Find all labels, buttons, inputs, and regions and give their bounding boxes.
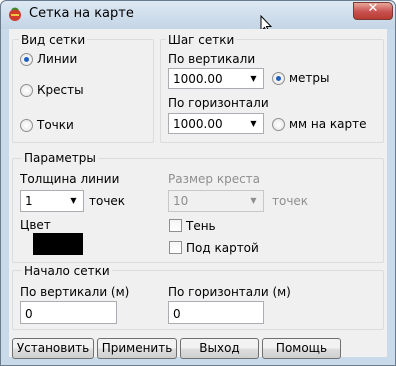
chevron-down-icon[interactable]: ▼ bbox=[66, 193, 81, 209]
set-button[interactable]: Установить bbox=[12, 338, 94, 359]
close-button[interactable]: ✕ bbox=[353, 1, 393, 20]
line-width-value: 1 bbox=[25, 194, 33, 208]
apply-button[interactable]: Применить bbox=[97, 338, 177, 359]
origin-horizontal-value: 0 bbox=[173, 307, 181, 321]
exit-button[interactable]: Выход bbox=[180, 338, 259, 359]
radio-lines[interactable] bbox=[20, 53, 33, 66]
step-horizontal-label: По горизонтали bbox=[168, 96, 269, 110]
shadow-label[interactable]: Тень bbox=[186, 219, 216, 233]
radio-unit-mm-map[interactable] bbox=[272, 118, 285, 131]
origin-legend: Начало сетки bbox=[22, 264, 112, 278]
radio-crosses[interactable] bbox=[20, 84, 33, 97]
radio-crosses-label[interactable]: Кресты bbox=[37, 83, 84, 97]
origin-vertical-label: По вертикали (м) bbox=[20, 285, 130, 299]
origin-horizontal-label: По горизонтали (м) bbox=[168, 285, 291, 299]
origin-horizontal-input[interactable]: 0 bbox=[168, 301, 264, 324]
line-width-combo[interactable]: 1 ▼ bbox=[20, 190, 84, 212]
step-vertical-value: 1000.00 bbox=[173, 72, 223, 86]
cross-size-label: Размер креста bbox=[168, 172, 261, 186]
step-horizontal-combo[interactable]: 1000.00 ▼ bbox=[168, 113, 264, 134]
radio-unit-mm-map-label[interactable]: мм на карте bbox=[289, 117, 367, 131]
under-map-checkbox[interactable] bbox=[169, 241, 182, 254]
step-horizontal-value: 1000.00 bbox=[173, 117, 223, 131]
dialog-body: Вид сетки Линии Кресты Точки Шаг сетки П… bbox=[9, 29, 387, 359]
line-width-label: Толщина линии bbox=[20, 172, 120, 186]
radio-unit-meters-label[interactable]: метры bbox=[289, 71, 330, 85]
step-vertical-label: По вертикали bbox=[168, 52, 256, 66]
radio-lines-label[interactable]: Линии bbox=[37, 52, 77, 66]
grid-type-legend: Вид сетки bbox=[19, 33, 88, 47]
line-width-unit: точек bbox=[89, 194, 126, 208]
dialog-window: Сетка на карте ✕ Вид сетки Линии Кресты … bbox=[0, 0, 396, 366]
app-icon bbox=[9, 7, 21, 21]
radio-dots-label[interactable]: Точки bbox=[37, 118, 74, 132]
radio-unit-meters[interactable] bbox=[272, 72, 285, 85]
color-swatch[interactable] bbox=[33, 233, 83, 255]
step-vertical-combo[interactable]: 1000.00 ▼ bbox=[168, 68, 264, 89]
close-icon: ✕ bbox=[367, 1, 379, 16]
cross-size-unit: точек bbox=[272, 194, 309, 208]
help-button[interactable]: Помощь bbox=[262, 338, 341, 359]
origin-vertical-input[interactable]: 0 bbox=[20, 301, 117, 324]
chevron-down-icon: ▼ bbox=[250, 196, 257, 205]
params-legend: Параметры bbox=[22, 151, 98, 165]
title-bar[interactable]: Сетка на карте ✕ bbox=[1, 1, 395, 29]
origin-vertical-value: 0 bbox=[25, 307, 33, 321]
grid-step-legend: Шаг сетки bbox=[166, 33, 237, 47]
cross-size-combo: 10 ▼ bbox=[168, 190, 264, 212]
color-label: Цвет bbox=[20, 218, 51, 232]
chevron-down-icon[interactable]: ▼ bbox=[246, 71, 261, 86]
cross-size-value: 10 bbox=[173, 194, 189, 208]
chevron-down-icon[interactable]: ▼ bbox=[246, 116, 261, 131]
radio-dots[interactable] bbox=[20, 119, 33, 132]
window-title: Сетка на карте bbox=[29, 6, 134, 21]
under-map-label[interactable]: Под картой bbox=[186, 241, 259, 255]
shadow-checkbox[interactable] bbox=[169, 219, 182, 232]
